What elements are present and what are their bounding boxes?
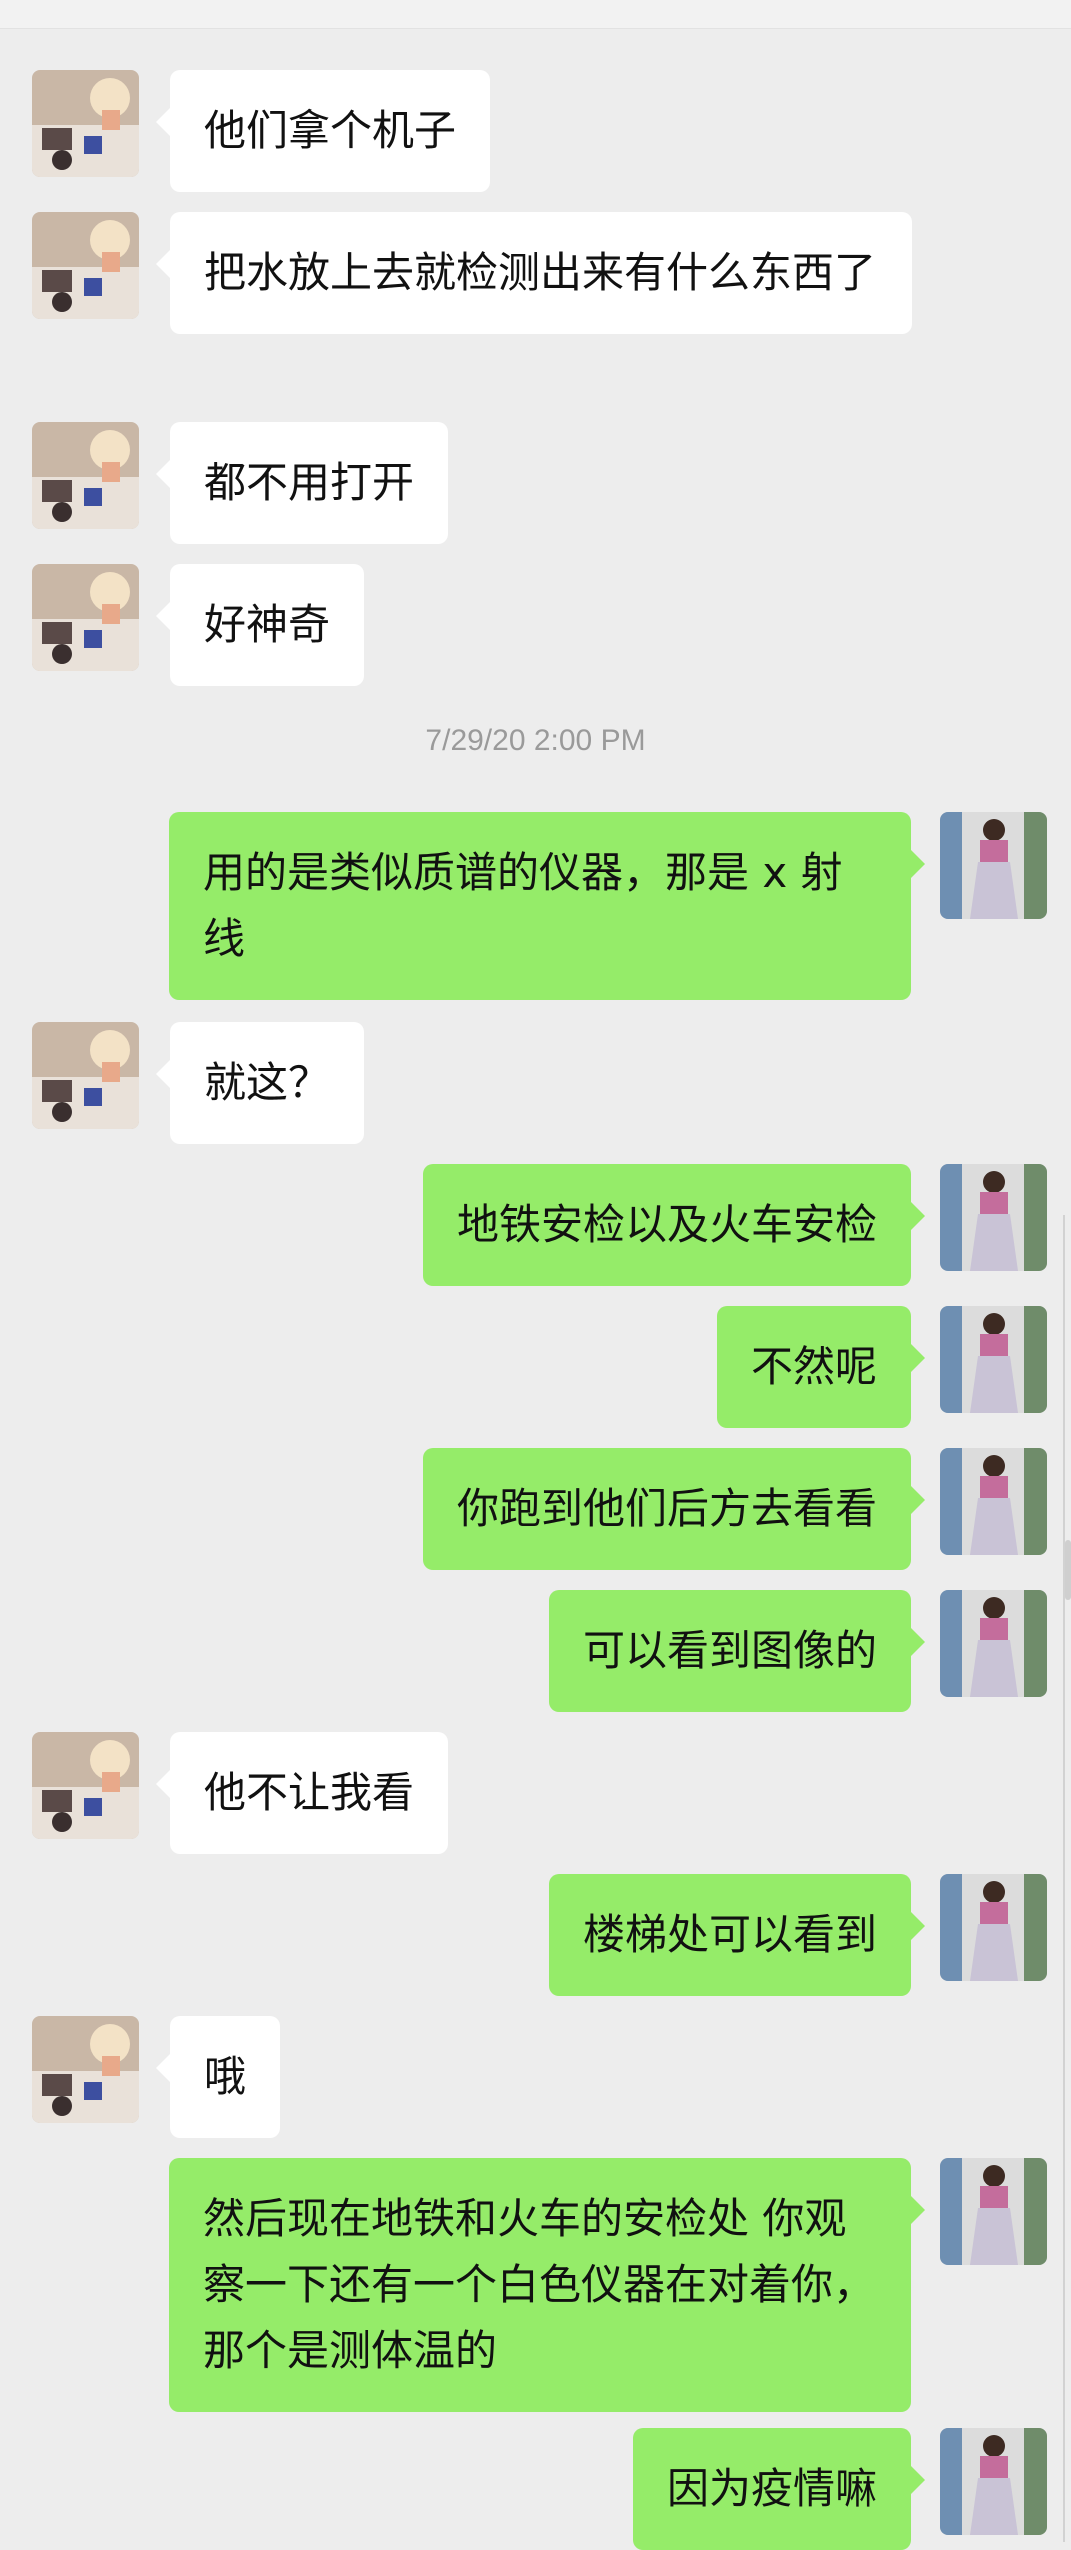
contact-avatar[interactable] bbox=[32, 422, 139, 529]
contact-avatar[interactable] bbox=[32, 1732, 139, 1839]
outgoing-message-bubble[interactable]: 楼梯处可以看到 bbox=[548, 1874, 926, 1996]
incoming-message-bubble[interactable]: 他不让我看 bbox=[155, 1732, 449, 1854]
incoming-message-bubble[interactable]: 都不用打开 bbox=[155, 422, 449, 544]
contact-avatar-image bbox=[32, 1732, 139, 1839]
incoming-message-bubble[interactable]: 哦 bbox=[155, 2016, 281, 2138]
outgoing-message-bubble[interactable]: 用的是类似质谱的仪器，那是 x 射线 bbox=[169, 812, 925, 1000]
outgoing-message-bubble[interactable]: 可以看到图像的 bbox=[548, 1590, 926, 1712]
message-timestamp: 7/29/20 2:00 PM bbox=[425, 724, 646, 757]
self-avatar-image bbox=[940, 1306, 1047, 1413]
contact-avatar[interactable] bbox=[32, 1022, 139, 1129]
outgoing-message-bubble[interactable]: 然后现在地铁和火车的安检处 你观察一下还有一个白色仪器在对着你，那个是测体温的 bbox=[169, 2158, 925, 2412]
contact-avatar-image bbox=[32, 212, 139, 319]
self-avatar-image bbox=[940, 812, 1047, 919]
outgoing-message-bubble[interactable]: 地铁安检以及火车安检 bbox=[422, 1164, 926, 1286]
incoming-message-bubble[interactable]: 好神奇 bbox=[155, 564, 365, 686]
contact-avatar[interactable] bbox=[32, 212, 139, 319]
scrollbar-thumb[interactable] bbox=[1065, 1540, 1071, 1600]
self-avatar[interactable] bbox=[940, 1448, 1047, 1555]
self-avatar-image bbox=[940, 1448, 1047, 1555]
self-avatar[interactable] bbox=[940, 1164, 1047, 1271]
self-avatar[interactable] bbox=[940, 1306, 1047, 1413]
contact-avatar[interactable] bbox=[32, 70, 139, 177]
outgoing-message-bubble[interactable]: 你跑到他们后方去看看 bbox=[422, 1448, 926, 1570]
incoming-message-bubble[interactable]: 把水放上去就检测出来有什么东西了 bbox=[156, 212, 912, 334]
contact-avatar-image bbox=[32, 1022, 139, 1129]
self-avatar[interactable] bbox=[940, 812, 1047, 919]
contact-avatar[interactable] bbox=[32, 2016, 139, 2123]
self-avatar-image bbox=[940, 1590, 1047, 1697]
self-avatar[interactable] bbox=[940, 1590, 1047, 1697]
self-avatar-image bbox=[940, 1164, 1047, 1271]
contact-avatar-image bbox=[32, 422, 139, 529]
outgoing-message-bubble[interactable]: 不然呢 bbox=[716, 1306, 926, 1428]
contact-avatar-image bbox=[32, 564, 139, 671]
contact-avatar-image bbox=[32, 70, 139, 177]
self-avatar-image bbox=[940, 2158, 1047, 2265]
self-avatar-image bbox=[940, 2428, 1047, 2535]
contact-avatar-image bbox=[32, 2016, 139, 2123]
scrollbar-track[interactable] bbox=[1063, 1215, 1071, 2542]
contact-avatar[interactable] bbox=[32, 564, 139, 671]
chat-message-list[interactable]: 他们拿个机子 把水放上去就检测出来有什么东西了 都不用打开 好神奇 7/29/2… bbox=[0, 0, 1071, 2550]
self-avatar-image bbox=[940, 1874, 1047, 1981]
self-avatar[interactable] bbox=[940, 2428, 1047, 2535]
self-avatar[interactable] bbox=[940, 1874, 1047, 1981]
incoming-message-bubble[interactable]: 他们拿个机子 bbox=[155, 70, 491, 192]
outgoing-message-bubble[interactable]: 因为疫情嘛 bbox=[632, 2428, 926, 2550]
incoming-message-bubble[interactable]: 就这？ bbox=[155, 1022, 365, 1144]
self-avatar[interactable] bbox=[940, 2158, 1047, 2265]
